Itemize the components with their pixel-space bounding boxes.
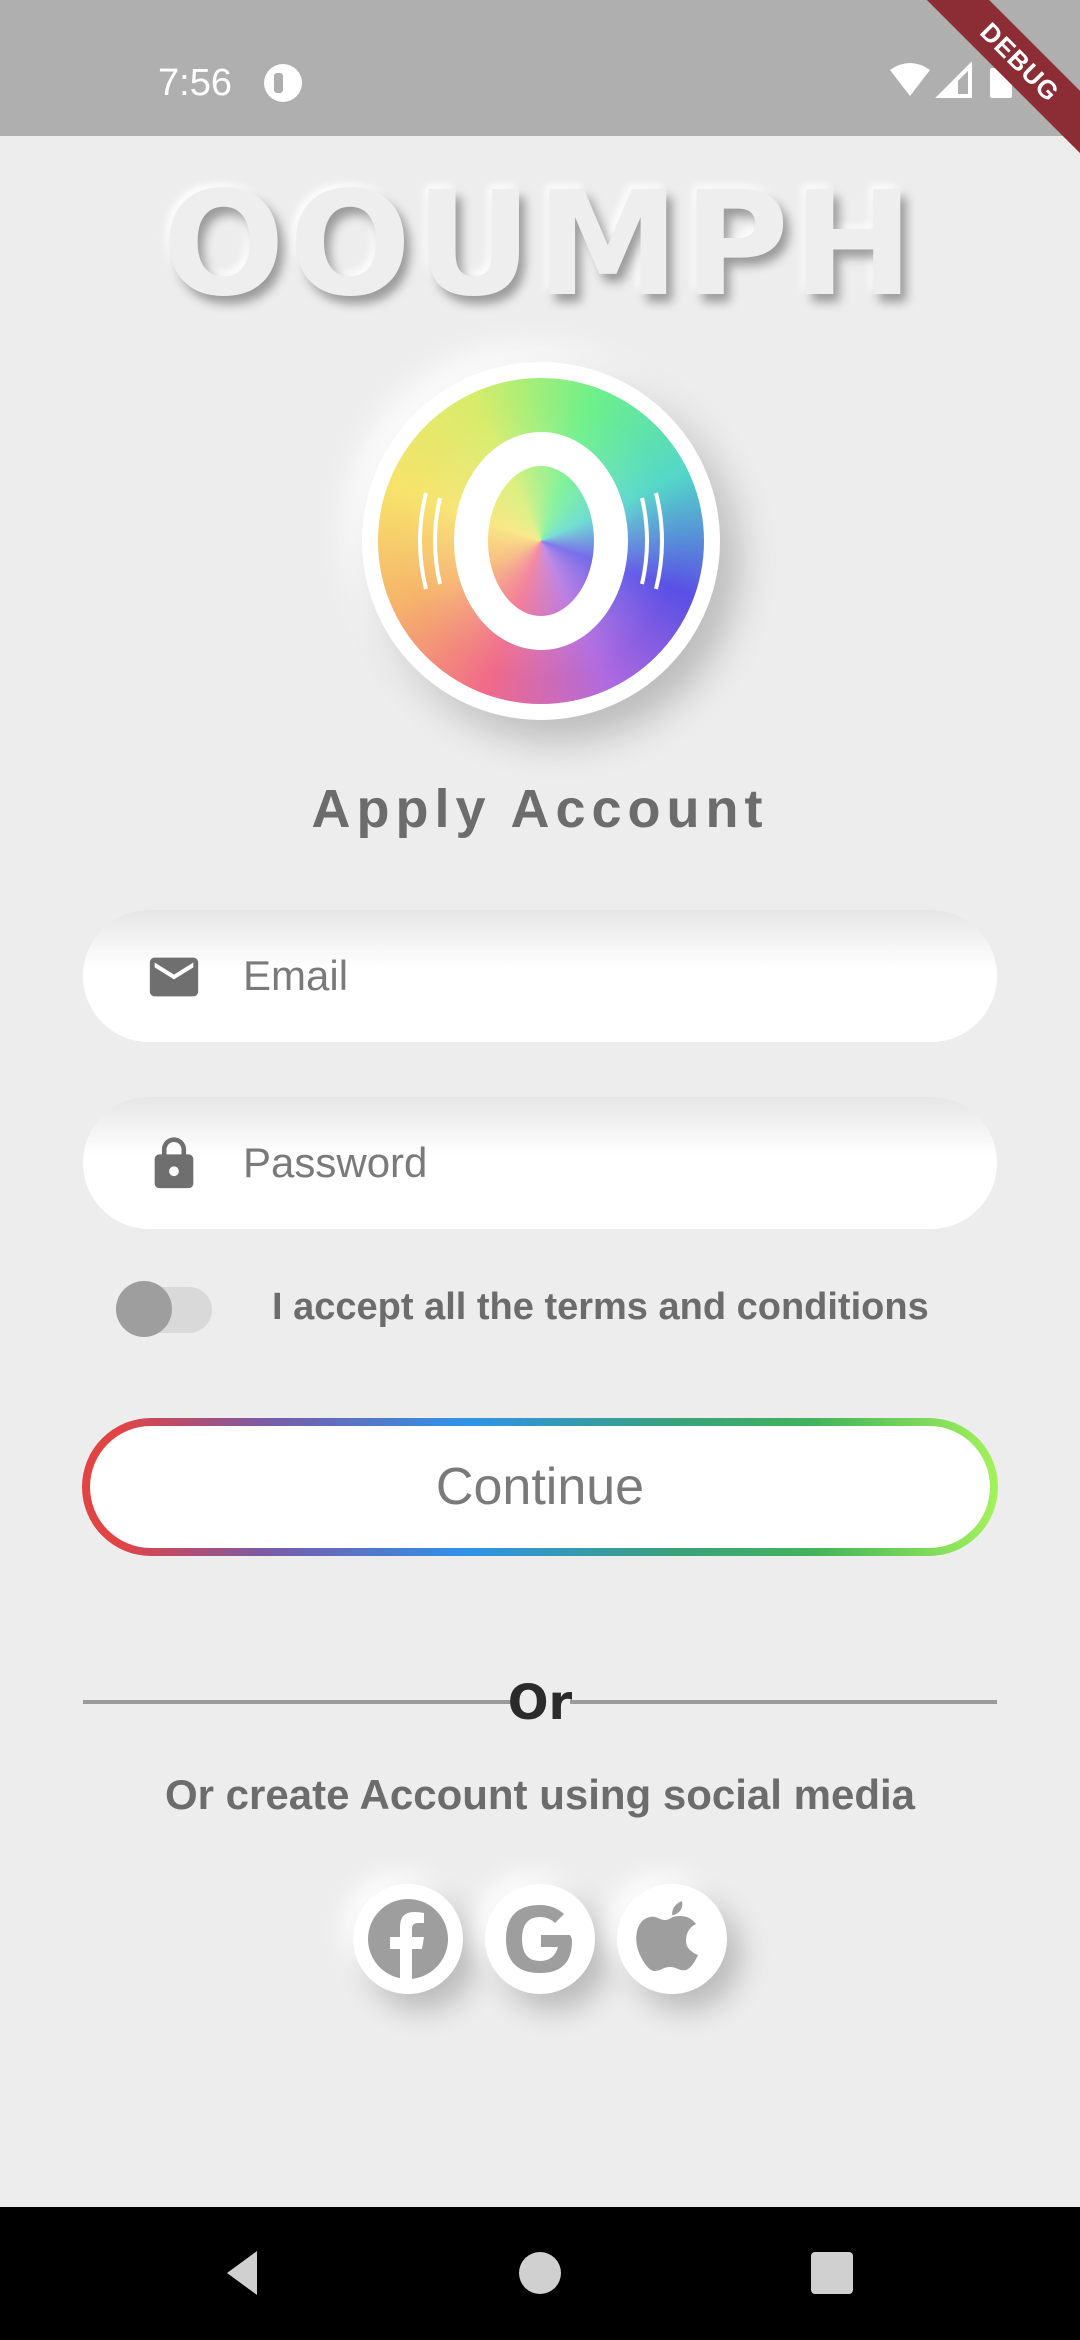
- continue-button[interactable]: Continue: [90, 1426, 990, 1548]
- email-field-container[interactable]: [83, 910, 997, 1042]
- nav-back-button[interactable]: [185, 2207, 305, 2340]
- mail-icon: [149, 957, 199, 997]
- app-logo: [362, 362, 720, 720]
- recents-icon: [811, 2252, 853, 2294]
- nav-home-button[interactable]: [480, 2207, 600, 2340]
- brand-title: OOUMPH: [162, 160, 918, 328]
- password-field[interactable]: [243, 1127, 943, 1199]
- google-icon: [506, 1905, 572, 1973]
- navigation-bar: [0, 2207, 1080, 2340]
- email-field[interactable]: [243, 940, 943, 1012]
- facebook-button[interactable]: [353, 1884, 463, 1994]
- status-time: 7:56: [158, 62, 232, 104]
- toggle-thumb: [116, 1281, 172, 1337]
- facebook-icon: [368, 1899, 448, 1979]
- back-icon: [227, 2251, 257, 2295]
- google-button[interactable]: [485, 1884, 595, 1994]
- terms-label: I accept all the terms and conditions: [272, 1286, 929, 1328]
- continue-button-border: Continue: [82, 1418, 998, 1556]
- terms-toggle[interactable]: [116, 1281, 212, 1337]
- divider-line-right: [570, 1700, 997, 1704]
- status-bar: 7:56 DEBUG: [0, 0, 1080, 170]
- page-title: Apply Account: [311, 779, 769, 839]
- nav-recents-button[interactable]: [772, 2207, 892, 2340]
- social-signup-label: Or create Account using social media: [164, 1771, 915, 1818]
- logo-o-icon: [418, 432, 664, 650]
- password-field-container[interactable]: [83, 1097, 997, 1229]
- app-notification-icon: [264, 64, 302, 102]
- apple-icon: [636, 1901, 698, 1971]
- logo-gradient-disc: [378, 378, 704, 704]
- lock-icon: [154, 1137, 194, 1189]
- apple-button[interactable]: [617, 1884, 727, 1994]
- wifi-icon: [890, 63, 930, 96]
- home-icon: [519, 2252, 561, 2294]
